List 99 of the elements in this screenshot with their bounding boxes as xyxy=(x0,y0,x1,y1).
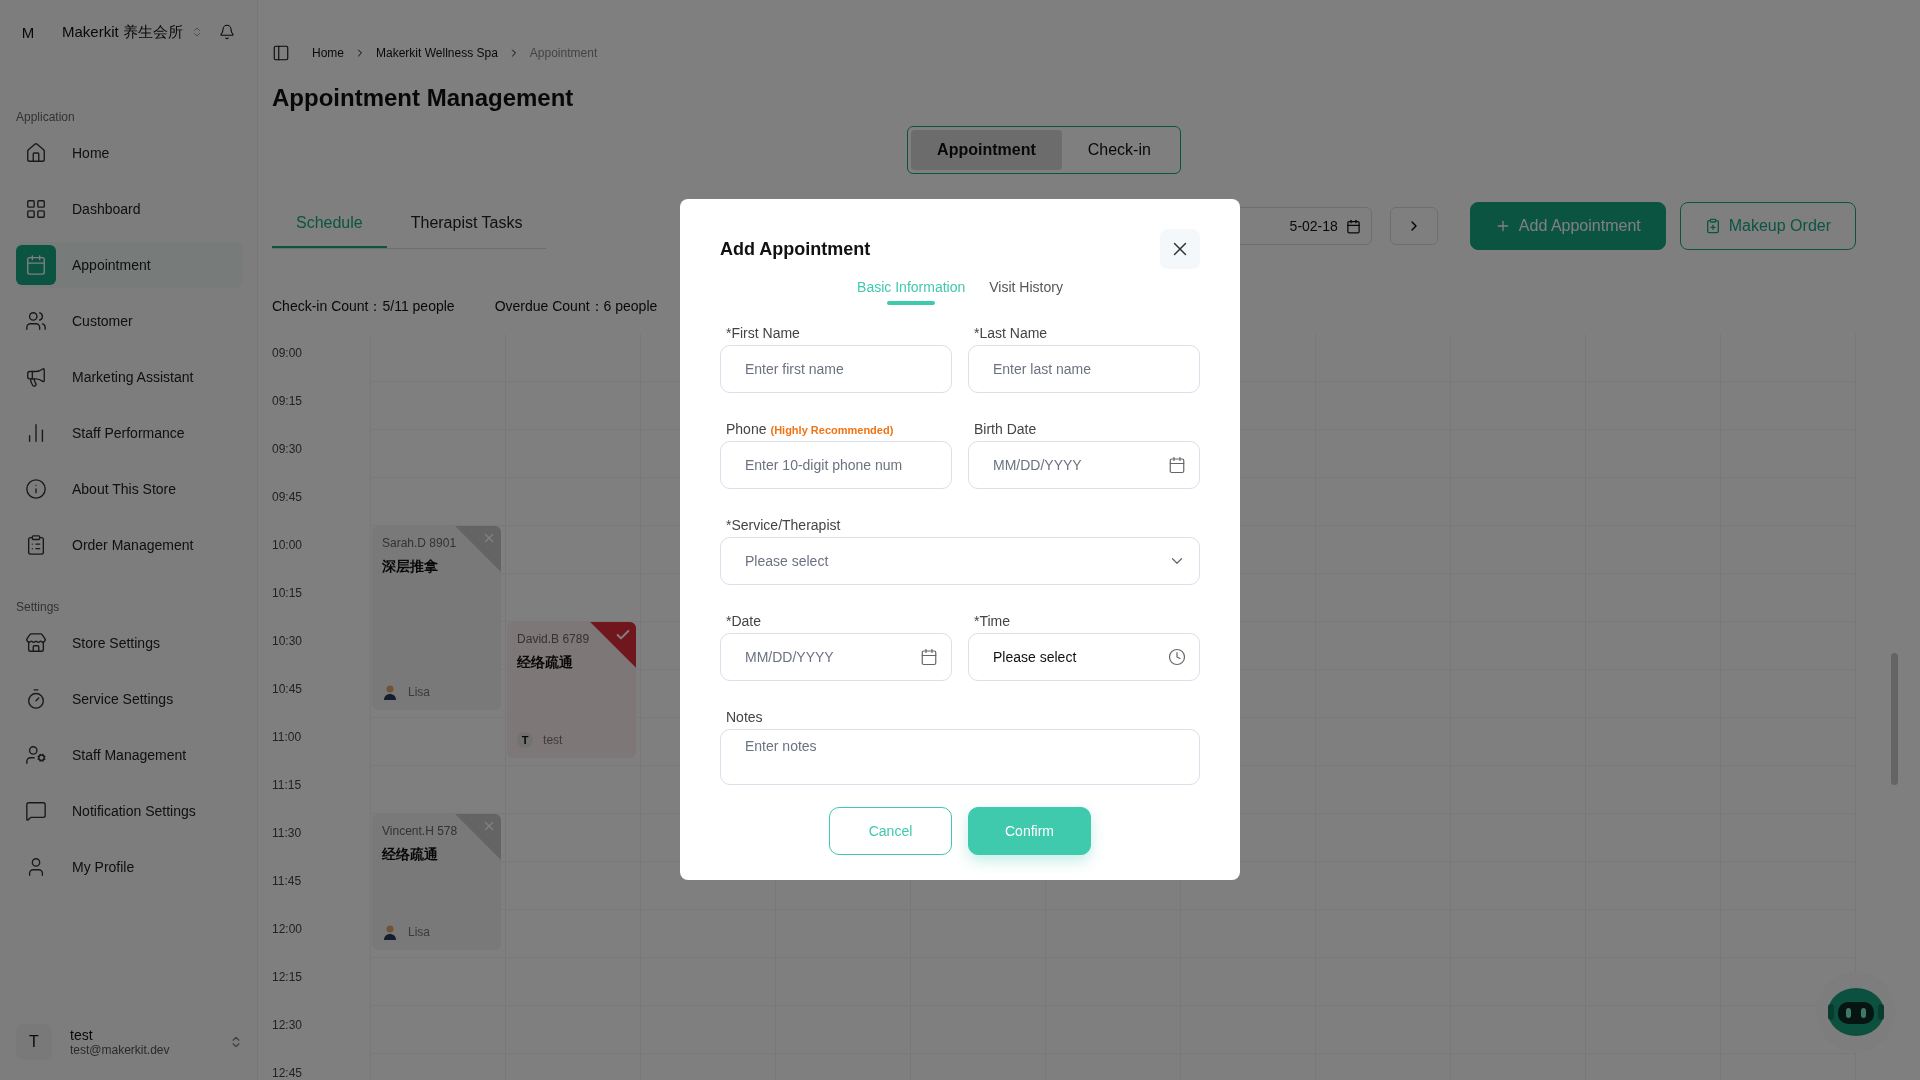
section-heading: Settings xyxy=(16,600,61,614)
breadcrumb-link[interactable]: Makerkit Wellness Spa xyxy=(376,46,498,60)
section-heading: Application xyxy=(16,110,76,124)
megaphone-icon xyxy=(25,366,47,388)
dialog-title: Add Appointment xyxy=(720,238,871,260)
nav-item[interactable]: Marketing Assistant xyxy=(16,354,243,400)
date-field[interactable]: MM/DD/YYYY xyxy=(720,633,952,681)
nav-item[interactable]: My Profile xyxy=(16,844,243,890)
clipboard-icon xyxy=(1704,218,1721,234)
time-label: 11:15 xyxy=(272,777,303,794)
appointment-card[interactable]: Vincent.H 578 经络疏通 Lisa xyxy=(372,814,502,950)
therapist-name: Lisa xyxy=(408,685,430,699)
nav-item[interactable]: Home xyxy=(16,130,243,176)
count-text: Overdue Count：6 people xyxy=(494,298,658,316)
dialog-tab[interactable]: Visit History xyxy=(989,273,1063,301)
time-label: 09:30 xyxy=(272,441,304,458)
appointment-card[interactable]: David.B 6789 经络疏通 T test xyxy=(507,622,637,758)
time-label: 11:00 xyxy=(272,729,303,746)
clock-icon[interactable] xyxy=(1168,648,1186,666)
info-icon xyxy=(25,478,47,500)
nav-item[interactable]: About This Store xyxy=(16,466,243,512)
user-email: test@makerkit.dev xyxy=(70,1043,171,1057)
bell-icon[interactable] xyxy=(219,24,235,40)
tab[interactable]: Therapist Tasks xyxy=(386,203,547,248)
field-label: *First Name xyxy=(726,325,801,341)
field-label: *Service/Therapist xyxy=(726,517,842,533)
time-label: 12:00 xyxy=(272,921,304,938)
time-label: 12:30 xyxy=(272,1017,304,1034)
customer-name: Vincent.H 578 xyxy=(382,824,459,838)
input-field[interactable]: Enter last name xyxy=(968,345,1200,393)
user-gear-icon xyxy=(25,744,47,766)
nav-item[interactable]: Store Settings xyxy=(16,620,243,666)
service-name: 经络疏通 xyxy=(517,654,575,672)
calendar-icon xyxy=(1345,218,1361,234)
page-title: Appointment Management xyxy=(272,84,575,112)
user-name: test xyxy=(70,1027,94,1043)
field-label: *Date xyxy=(726,613,763,629)
input-field[interactable]: Enter first name xyxy=(720,345,952,393)
time-label: 10:30 xyxy=(272,633,304,650)
stopwatch-icon xyxy=(25,688,47,710)
field-label: *Time xyxy=(974,613,1012,629)
time-label: 10:15 xyxy=(272,585,304,602)
time-label: 10:00 xyxy=(272,537,304,554)
nav-item[interactable]: Staff Management xyxy=(16,732,243,778)
customer-name: Sarah.D 8901 xyxy=(382,536,458,550)
user-avatar: T xyxy=(16,1024,52,1060)
customer-name: David.B 6789 xyxy=(517,632,591,646)
time-label: 09:15 xyxy=(272,393,304,410)
grid-icon xyxy=(25,198,47,220)
calendar-icon xyxy=(25,254,47,276)
time-label: 12:45 xyxy=(272,1065,304,1080)
avatar-initial: T xyxy=(517,732,534,748)
nav-item[interactable]: Customer xyxy=(16,298,243,344)
nav-item[interactable]: Staff Performance xyxy=(16,410,243,456)
nav-item[interactable]: Dashboard xyxy=(16,186,243,232)
count-text: Check-in Count：5/11 people xyxy=(272,298,455,316)
breadcrumb-link[interactable]: Appointment xyxy=(529,46,598,60)
field-label: Birth Date xyxy=(974,421,1038,437)
time-label: 12:15 xyxy=(272,969,304,986)
time-label: 10:45 xyxy=(272,681,304,698)
field-label: *Last Name xyxy=(974,325,1049,341)
clipboard-icon xyxy=(25,534,47,556)
field-label: Phone (Highly Recommended) xyxy=(726,421,895,437)
calendar-icon[interactable] xyxy=(1168,456,1186,474)
toggle-option[interactable]: Appointment xyxy=(911,130,1062,170)
time-label: 11:45 xyxy=(272,873,303,890)
store-icon xyxy=(25,632,47,654)
time-label: 09:45 xyxy=(272,489,304,506)
nav-item[interactable]: Order Management xyxy=(16,522,243,568)
toggle-option[interactable]: Check-in xyxy=(1061,130,1177,170)
calendar-icon[interactable] xyxy=(920,648,938,666)
time-label: 11:30 xyxy=(272,825,303,842)
date-field[interactable]: MM/DD/YYYY xyxy=(968,441,1200,489)
nav-item[interactable]: Appointment xyxy=(16,242,243,288)
home-icon xyxy=(25,142,47,164)
org-avatar: M xyxy=(20,23,36,41)
nav-item[interactable]: Notification Settings xyxy=(16,788,243,834)
therapist-name: Lisa xyxy=(408,925,430,939)
therapist-name: test xyxy=(543,733,563,747)
org-name[interactable]: Makerkit 养生会所 xyxy=(62,22,183,42)
appointment-card[interactable]: Sarah.D 8901 深层推拿 Lisa xyxy=(372,526,502,710)
input-field[interactable]: Enter 10-digit phone num xyxy=(720,441,952,489)
scrollbar[interactable] xyxy=(1891,653,1898,785)
select-field[interactable]: Please select xyxy=(720,537,1200,585)
avatar-icon xyxy=(382,924,398,940)
field-label: Notes xyxy=(726,709,764,725)
users-icon xyxy=(25,310,47,332)
breadcrumb-link[interactable]: Home xyxy=(312,46,344,60)
close-button[interactable] xyxy=(1160,229,1200,269)
service-name: 经络疏通 xyxy=(382,846,439,864)
time-label: 09:00 xyxy=(272,345,304,362)
sidebar-toggle-icon[interactable] xyxy=(272,44,290,62)
service-name: 深层推拿 xyxy=(382,558,439,576)
time-field[interactable]: Please select xyxy=(968,633,1200,681)
notes-field[interactable]: Enter notes xyxy=(720,729,1200,785)
recommendation-note: (Highly Recommended) xyxy=(770,424,894,436)
nav-item[interactable]: Service Settings xyxy=(16,676,243,722)
avatar-icon xyxy=(382,684,398,700)
chat-icon xyxy=(25,800,47,822)
